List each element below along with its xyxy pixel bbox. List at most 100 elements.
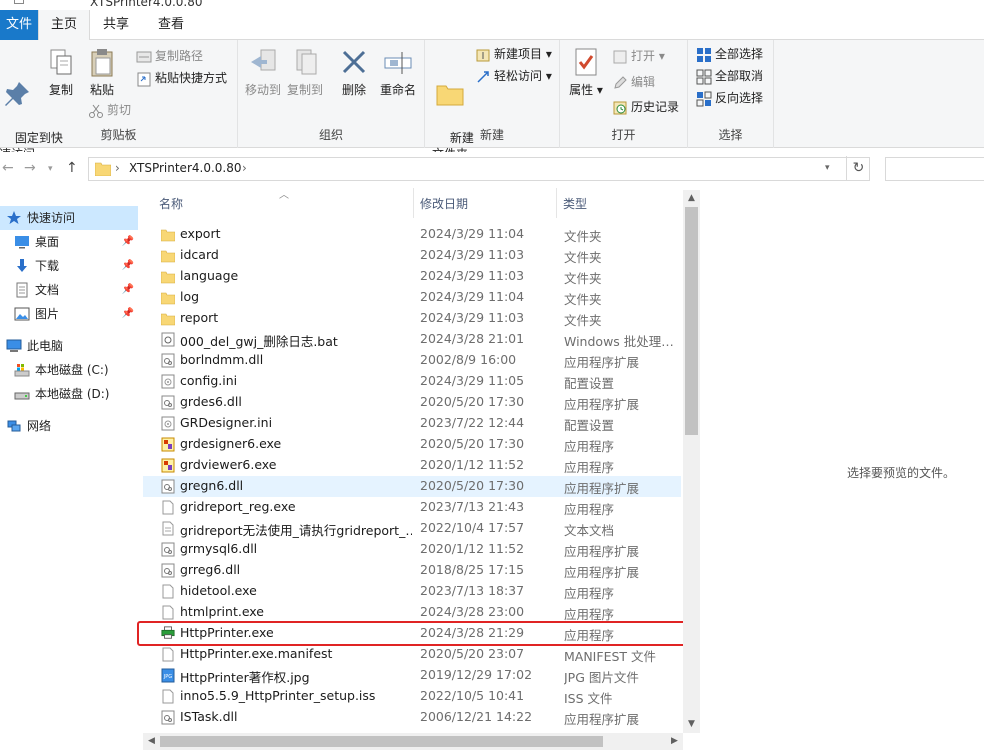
recent-locations-chevron-icon[interactable]: ▾: [48, 164, 53, 174]
file-date: 2024/3/28 21:01: [420, 331, 525, 346]
table-row[interactable]: borlndmm.dll 2002/8/9 16:00 应用程序扩展: [143, 350, 681, 371]
new-item-button[interactable]: 新建项目 ▾: [475, 44, 552, 64]
drive-icon: [14, 392, 30, 400]
table-row[interactable]: gridreport_reg.exe 2023/7/13 21:43 应用程序: [143, 497, 681, 518]
table-row[interactable]: hidetool.exe 2023/7/13 18:37 应用程序: [143, 581, 681, 602]
nav-item-disk-d[interactable]: 本地磁盘 (D:): [0, 382, 138, 406]
vertical-scroll-thumb[interactable]: [685, 207, 698, 435]
cut-button[interactable]: 剪切: [88, 100, 131, 120]
edit-button[interactable]: 编辑: [612, 72, 655, 92]
table-row[interactable]: HttpPrinter.exe.manifest 2020/5/20 23:07 M…: [143, 644, 681, 665]
nav-item-downloads[interactable]: 下载 📌: [0, 254, 138, 278]
text-file-icon: [161, 521, 175, 536]
file-name: grdviewer6.exe: [180, 457, 277, 472]
refresh-icon[interactable]: ↻: [846, 156, 870, 180]
address-dropdown-chevron-icon[interactable]: ▾: [825, 163, 830, 173]
table-row[interactable]: 000_del_gwj_删除日志.bat 2024/3/28 21:01 Windo…: [143, 329, 681, 350]
file-date: 2020/5/20 17:30: [420, 478, 525, 493]
properties-button[interactable]: 属性 ▾: [568, 46, 604, 98]
scroll-left-icon[interactable]: ◀: [143, 733, 160, 750]
file-name: GRDesigner.ini: [180, 415, 273, 430]
file-date: 2024/3/29 11:03: [420, 247, 525, 262]
easy-access-button[interactable]: 轻松访问 ▾: [475, 66, 552, 86]
column-header-name[interactable]: 名称: [143, 186, 413, 218]
column-header-date[interactable]: 修改日期: [404, 186, 557, 218]
pin-icon[interactable]: 📌: [122, 254, 134, 278]
nav-item-desktop[interactable]: 桌面 📌: [0, 230, 138, 254]
scroll-right-icon[interactable]: ▶: [666, 733, 683, 750]
invert-selection-button[interactable]: 反向选择: [696, 88, 763, 108]
table-row[interactable]: inno5.5.9_HttpPrinter_setup.iss 2022/10/5…: [143, 686, 681, 707]
organize-group-label: 组织: [318, 128, 343, 142]
table-row[interactable]: ISTask.dll 2006/12/21 14:22 应用程序扩展: [143, 707, 681, 728]
horizontal-scroll-thumb[interactable]: [160, 736, 603, 747]
open-button[interactable]: 打开 ▾: [612, 46, 665, 66]
table-row[interactable]: gridreport无法使用_请执行gridreport_… 2022/10/4 …: [143, 518, 681, 539]
table-row[interactable]: idcard 2024/3/29 11:03 文件夹: [143, 245, 681, 266]
tab-home[interactable]: 主页: [38, 10, 90, 41]
breadcrumb-chevron-icon[interactable]: ›: [242, 161, 247, 175]
scroll-down-icon[interactable]: ▼: [683, 716, 700, 733]
delete-button[interactable]: 删除: [336, 46, 372, 98]
file-name: htmlprint.exe: [180, 604, 264, 619]
quick-access-toolbar-icon[interactable]: [14, 0, 24, 4]
vertical-scrollbar[interactable]: ▲ ▼: [683, 190, 700, 733]
pin-icon[interactable]: 📌: [122, 278, 134, 302]
table-row[interactable]: report 2024/3/29 11:03 文件夹: [143, 308, 681, 329]
highlight-annotation: [137, 621, 691, 646]
nav-item-this-pc[interactable]: 此电脑: [0, 334, 138, 358]
column-header-type[interactable]: 类型: [547, 186, 683, 218]
nav-item-quick-access[interactable]: 快速访问: [0, 206, 138, 230]
table-row[interactable]: grreg6.dll 2018/8/25 17:15 应用程序扩展: [143, 560, 681, 581]
table-row[interactable]: GRDesigner.ini 2023/7/22 12:44 配置设置: [143, 413, 681, 434]
tab-view[interactable]: 查看: [142, 10, 200, 40]
history-button[interactable]: 历史记录: [612, 97, 679, 117]
forward-arrow-icon[interactable]: →: [24, 160, 36, 176]
address-bar[interactable]: › XTSPrinter4.0.0.80 › ▾: [88, 157, 870, 181]
table-row[interactable]: language 2024/3/29 11:03 文件夹: [143, 266, 681, 287]
rename-button[interactable]: 重命名: [376, 46, 420, 98]
paste-shortcut-button[interactable]: 粘贴快捷方式: [136, 68, 227, 88]
copy-to-button[interactable]: 复制到: [284, 46, 326, 98]
copy-path-button[interactable]: 复制路径: [136, 46, 203, 66]
back-arrow-icon[interactable]: ←: [2, 160, 14, 176]
file-name: grdes6.dll: [180, 394, 242, 409]
tab-share[interactable]: 共享: [90, 10, 142, 40]
table-row[interactable]: htmlprint.exe 2024/3/28 23:00 应用程序: [143, 602, 681, 623]
pin-icon[interactable]: 📌: [122, 302, 134, 326]
desktop-icon: [15, 236, 29, 249]
table-row[interactable]: config.ini 2024/3/29 11:05 配置设置: [143, 371, 681, 392]
breadcrumb[interactable]: XTSPrinter4.0.0.80: [129, 161, 242, 175]
file-type: 文件夹: [564, 229, 602, 244]
preview-pane: 选择要预览的文件。: [700, 190, 984, 753]
table-row[interactable]: JPG HttpPrinter著作权.jpg 2019/12/29 17:02 JPG…: [143, 665, 681, 686]
search-input[interactable]: [885, 157, 984, 181]
nav-item-disk-c[interactable]: 本地磁盘 (C:): [0, 358, 138, 382]
scroll-up-icon[interactable]: ▲: [683, 190, 700, 207]
paste-icon: [91, 49, 113, 77]
select-none-icon: [696, 69, 712, 84]
table-row[interactable]: grdesigner6.exe 2020/5/20 17:30 应用程序: [143, 434, 681, 455]
table-row[interactable]: grdes6.dll 2020/5/20 17:30 应用程序扩展: [143, 392, 681, 413]
select-all-button[interactable]: 全部选择: [696, 44, 763, 64]
nav-item-pictures[interactable]: 图片 📌: [0, 302, 138, 326]
pin-icon[interactable]: 📌: [122, 230, 134, 254]
file-type: 应用程序扩展: [564, 712, 640, 727]
nav-item-documents[interactable]: 文档 📌: [0, 278, 138, 302]
file-date: 2020/5/20 17:30: [420, 436, 525, 451]
move-to-button[interactable]: 移动到: [242, 46, 284, 98]
nav-item-network[interactable]: 网络: [0, 414, 138, 438]
paste-button[interactable]: 粘贴: [84, 46, 120, 98]
copy-button[interactable]: 复制: [44, 46, 78, 98]
table-row[interactable]: export 2024/3/29 11:04 文件夹: [143, 224, 681, 245]
select-none-button[interactable]: 全部取消: [696, 66, 763, 86]
table-row[interactable]: gregn6.dll 2020/5/20 17:30 应用程序扩展: [143, 476, 681, 497]
file-date: 2022/10/5 10:41: [420, 688, 525, 703]
file-name: hidetool.exe: [180, 583, 257, 598]
table-row[interactable]: grmysql6.dll 2020/1/12 11:52 应用程序扩展: [143, 539, 681, 560]
tab-file[interactable]: 文件: [0, 10, 38, 40]
up-arrow-icon[interactable]: ↑: [66, 160, 78, 176]
horizontal-scrollbar[interactable]: ◀ ▶: [143, 733, 683, 750]
table-row[interactable]: grdviewer6.exe 2020/1/12 11:52 应用程序: [143, 455, 681, 476]
table-row[interactable]: log 2024/3/29 11:04 文件夹: [143, 287, 681, 308]
